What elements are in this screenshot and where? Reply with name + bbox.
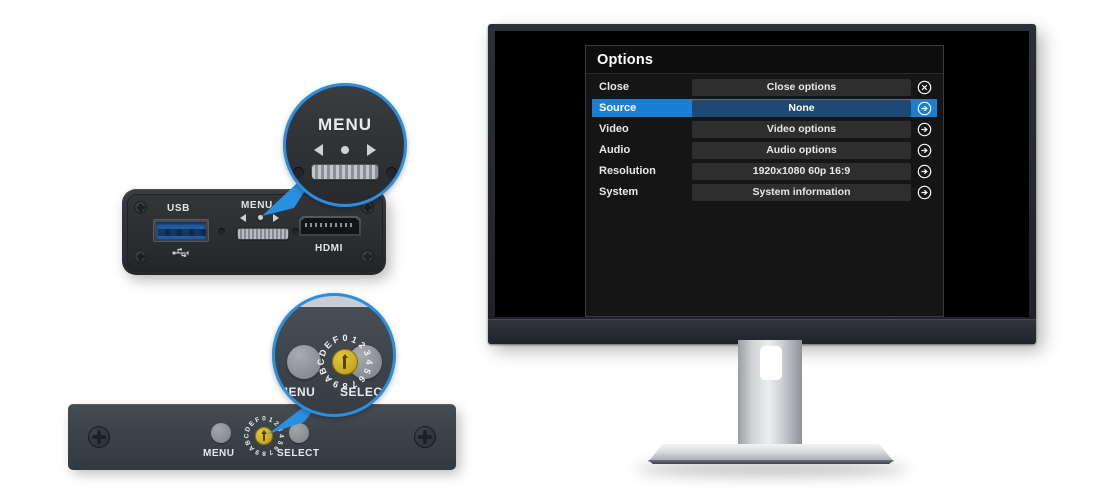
osd-row-value: System information bbox=[692, 183, 911, 201]
osd-title-bar: Options bbox=[586, 46, 943, 74]
arrow-right-circle-icon[interactable] bbox=[911, 101, 937, 116]
osd-row-label: Audio bbox=[599, 144, 631, 156]
osd-row-list: Close Close options Source None Video Vi… bbox=[586, 74, 943, 201]
page-title: Options bbox=[597, 51, 654, 68]
usb-port bbox=[153, 219, 209, 242]
chin-highlight bbox=[488, 319, 1036, 320]
screw-icon bbox=[134, 201, 147, 214]
osd-row-system[interactable]: System System information bbox=[592, 183, 937, 201]
osd-row-value: Audio options bbox=[692, 141, 911, 159]
osd-row-value: 1920x1080 60p 16:9 bbox=[692, 162, 911, 180]
osd-row-label: System bbox=[599, 186, 639, 198]
osd-menu-panel: Options Close Close options Source None bbox=[585, 45, 944, 317]
osd-row-label: Source bbox=[599, 102, 637, 114]
arrow-right-circle-icon[interactable] bbox=[911, 143, 937, 158]
menu-button[interactable] bbox=[211, 423, 231, 443]
osd-row-close[interactable]: Close Close options bbox=[592, 78, 937, 96]
menu-slide-switch[interactable] bbox=[236, 227, 290, 241]
stand-base-edge bbox=[648, 460, 894, 464]
illustration-canvas: Options Close Close options Source None bbox=[0, 0, 1100, 500]
hdmi-pins bbox=[305, 223, 355, 227]
close-circle-icon[interactable] bbox=[911, 80, 937, 95]
osd-row-value: Video options bbox=[692, 120, 911, 138]
svg-text:C: C bbox=[244, 433, 251, 438]
osd-row-label: Resolution bbox=[599, 165, 656, 177]
arrow-right-circle-icon[interactable] bbox=[911, 122, 937, 137]
magnifier-top-ring bbox=[283, 83, 407, 207]
hdmi-port-label: HDMI bbox=[315, 243, 343, 254]
menu-slide-knob[interactable] bbox=[238, 229, 288, 239]
screw-icon bbox=[414, 426, 436, 448]
osd-row-value: Close options bbox=[692, 78, 911, 96]
osd-row-value: None bbox=[692, 99, 911, 117]
svg-text:B: B bbox=[244, 439, 252, 446]
stand-shadow bbox=[636, 462, 908, 476]
monitor-stand-base bbox=[648, 444, 894, 462]
osd-row-video[interactable]: Video Video options bbox=[592, 120, 937, 138]
usb-trident-icon bbox=[172, 244, 190, 262]
usb-contact-tongue bbox=[158, 229, 206, 236]
led-indicator-icon bbox=[292, 228, 299, 235]
osd-row-resolution[interactable]: Resolution 1920x1080 60p 16:9 bbox=[592, 162, 937, 180]
svg-text:8: 8 bbox=[262, 450, 266, 457]
menu-button-label: MENU bbox=[203, 448, 235, 459]
screw-icon bbox=[361, 250, 374, 263]
svg-text:7: 7 bbox=[267, 448, 273, 456]
magnifier-bottom-ring bbox=[272, 293, 396, 417]
arrow-right-circle-icon[interactable] bbox=[911, 164, 937, 179]
led-indicator-icon bbox=[218, 228, 225, 235]
stand-cable-slot bbox=[760, 346, 782, 380]
arrow-right-circle-icon[interactable] bbox=[911, 185, 937, 200]
screw-icon bbox=[134, 250, 147, 263]
arrow-left-icon bbox=[240, 214, 246, 222]
osd-row-label: Close bbox=[599, 81, 629, 93]
osd-row-source[interactable]: Source None bbox=[592, 99, 937, 117]
usb-port-cavity bbox=[156, 222, 206, 239]
osd-row-audio[interactable]: Audio Audio options bbox=[592, 141, 937, 159]
osd-row-label: Video bbox=[599, 123, 629, 135]
usb-port-label: USB bbox=[167, 203, 190, 214]
screw-icon bbox=[88, 426, 110, 448]
